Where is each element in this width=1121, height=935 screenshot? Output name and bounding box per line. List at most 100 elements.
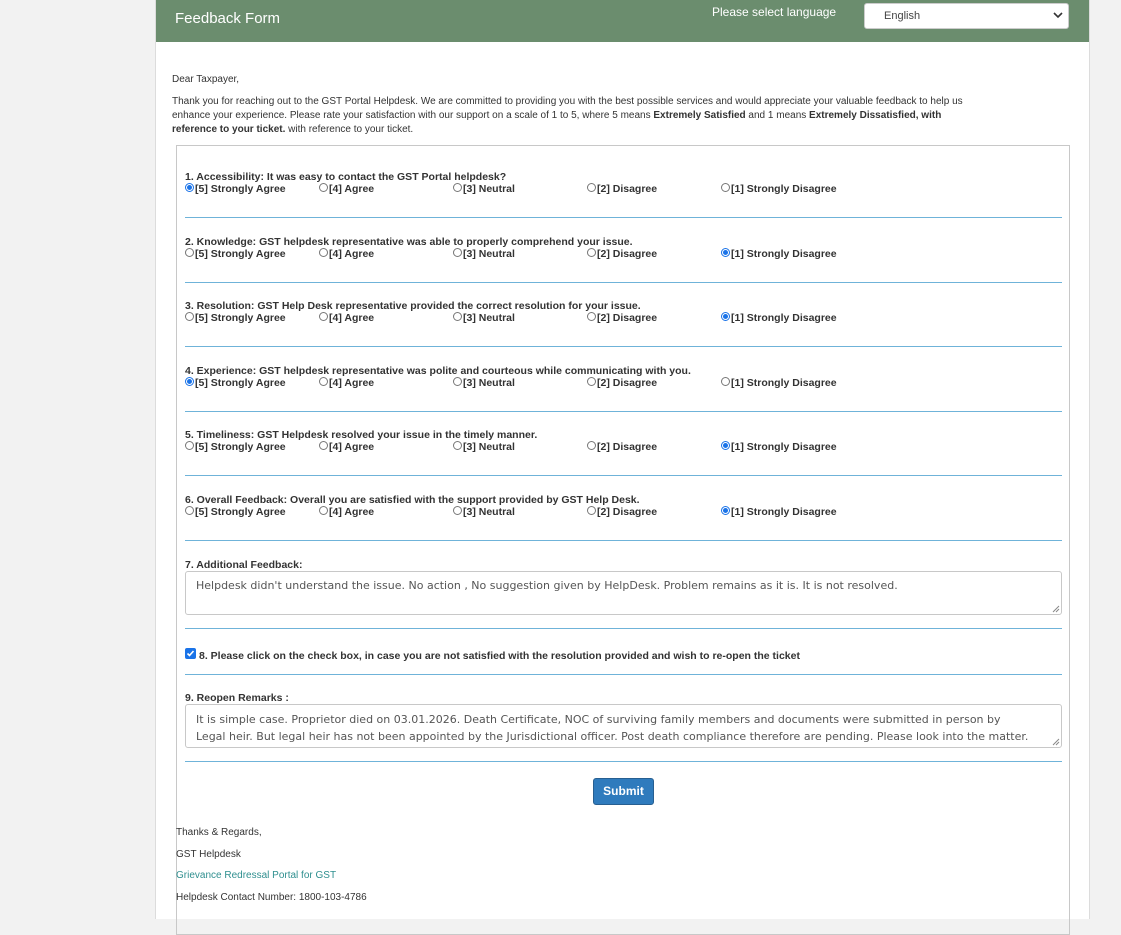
rating-option-label: [4] Agree	[329, 248, 375, 260]
rating-option-label: [5] Strongly Agree	[195, 441, 286, 453]
question-title: 5. Timeliness: GST Helpdesk resolved you…	[185, 429, 538, 441]
rating-option[interactable]: [3] Neutral	[453, 311, 515, 324]
radio-button[interactable]	[185, 440, 194, 450]
radio-button[interactable]	[453, 505, 462, 515]
rating-option[interactable]: [2] Disagree	[587, 440, 657, 453]
rating-option-label: [2] Disagree	[597, 312, 658, 324]
chevron-down-icon	[1053, 12, 1063, 19]
separator-9	[185, 761, 1062, 762]
rating-option[interactable]: [5] Strongly Agree	[185, 182, 286, 195]
rating-option-label: [4] Agree	[329, 377, 375, 389]
radio-button[interactable]	[721, 440, 730, 450]
rating-option[interactable]: [2] Disagree	[587, 311, 658, 324]
rating-option-label: [1] Strongly Disagree	[731, 248, 837, 260]
rating-option[interactable]: [4] Agree	[319, 182, 374, 195]
rating-options: [5] Strongly Agree [4] Agree [3] Neutral [2…	[185, 182, 1062, 199]
rating-option[interactable]: [1] Strongly Disagree	[721, 440, 837, 453]
reopen-remarks-textarea[interactable]: It is simple case. Proprietor died on 03…	[185, 704, 1062, 748]
radio-button[interactable]	[587, 247, 596, 257]
rating-option[interactable]: [1] Strongly Disagree	[721, 505, 837, 518]
rating-option[interactable]: [3] Neutral	[453, 440, 515, 453]
rating-option-label: [5] Strongly Agree	[195, 183, 286, 195]
language-select[interactable]: English	[864, 3, 1069, 29]
rating-option[interactable]: [4] Agree	[319, 311, 374, 324]
reopen-checkbox[interactable]	[185, 648, 196, 659]
greeting: Dear Taxpayer,	[172, 74, 240, 85]
reopen-remarks-line-2: Legal heir. But legal heir has not been …	[196, 730, 1029, 743]
radio-button[interactable]	[319, 247, 328, 257]
rating-option-label: [3] Neutral	[463, 248, 515, 260]
radio-button[interactable]	[453, 376, 462, 386]
rating-option[interactable]: [4] Agree	[319, 376, 375, 389]
rating-option[interactable]: [1] Strongly Disagree	[721, 311, 837, 324]
radio-button[interactable]	[587, 182, 596, 192]
resize-grip-icon[interactable]	[1052, 738, 1060, 746]
rating-option-label: [3] Neutral	[463, 377, 515, 389]
rating-options: [5] Strongly Agree [4] Agree [3] Neutral [2…	[185, 247, 1062, 264]
rating-option-label: [3] Neutral	[463, 506, 515, 518]
rating-option[interactable]: [4] Agree	[319, 505, 374, 518]
radio-button[interactable]	[185, 247, 194, 257]
additional-feedback-textarea[interactable]: Helpdesk didn't understand the issue. No…	[185, 571, 1062, 615]
radio-button[interactable]	[319, 376, 328, 386]
intro-line-2-mid: and 1 means	[745, 110, 810, 121]
radio-button[interactable]	[587, 505, 596, 515]
rating-option[interactable]: [2] Disagree	[587, 182, 657, 195]
intro-line-3: reference to your ticket. with reference…	[172, 123, 1042, 137]
radio-button[interactable]	[453, 247, 462, 257]
separator-6	[185, 540, 1062, 541]
radio-button[interactable]	[721, 376, 730, 386]
rating-options: [5] Strongly Agree [4] Agree [3] Neutral [2…	[185, 311, 1062, 328]
radio-button[interactable]	[721, 247, 730, 257]
rating-option[interactable]: [3] Neutral	[453, 247, 515, 260]
radio-button[interactable]	[453, 311, 462, 321]
radio-button[interactable]	[721, 182, 730, 192]
rating-option[interactable]: [3] Neutral	[453, 505, 515, 518]
separator-1	[185, 217, 1062, 218]
checkmark-icon	[186, 650, 195, 657]
radio-button[interactable]	[319, 311, 328, 321]
intro-line-1: Thank you for reaching out to the GST Po…	[172, 96, 963, 107]
resize-grip-icon[interactable]	[1052, 605, 1060, 613]
rating-option[interactable]: [1] Strongly Disagree	[721, 247, 837, 260]
rating-option[interactable]: [5] Strongly Agree	[185, 311, 286, 324]
rating-option[interactable]: [3] Neutral	[453, 182, 515, 195]
submit-button[interactable]: Submit	[593, 778, 654, 805]
radio-button[interactable]	[587, 311, 596, 321]
rating-option-label: [3] Neutral	[463, 312, 515, 324]
rating-option[interactable]: [1] Strongly Disagree	[721, 376, 837, 389]
radio-button[interactable]	[319, 505, 328, 515]
radio-button[interactable]	[587, 376, 596, 386]
rating-option-label: [1] Strongly Disagree	[731, 183, 837, 195]
radio-button[interactable]	[721, 505, 730, 515]
grievance-portal-link[interactable]: Grievance Redressal Portal for GST	[176, 870, 336, 881]
rating-option[interactable]: [5] Strongly Agree	[185, 440, 286, 453]
additional-feedback-label: 7. Additional Feedback:	[185, 559, 303, 571]
separator-8	[185, 674, 1062, 675]
radio-button[interactable]	[721, 311, 730, 321]
rating-option[interactable]: [1] Strongly Disagree	[721, 182, 837, 195]
rating-option[interactable]: [4] Agree	[319, 440, 374, 453]
rating-option[interactable]: [5] Strongly Agree	[185, 505, 286, 518]
rating-option[interactable]: [3] Neutral	[453, 376, 515, 389]
rating-option[interactable]: [2] Disagree	[587, 247, 657, 260]
radio-button[interactable]	[185, 182, 194, 192]
radio-button[interactable]	[185, 505, 194, 515]
reopen-remarks-line-1: It is simple case. Proprietor died on 03…	[196, 713, 1001, 726]
rating-option[interactable]: [2] Disagree	[587, 505, 657, 518]
language-label: Please select language	[712, 5, 837, 19]
radio-button[interactable]	[453, 182, 462, 192]
radio-button[interactable]	[453, 440, 462, 450]
radio-button[interactable]	[319, 440, 328, 450]
intro-line-2: enhance your experience. Please rate you…	[172, 109, 1042, 123]
separator-2	[185, 282, 1062, 283]
rating-option[interactable]: [5] Strongly Agree	[185, 247, 286, 260]
rating-option-label: [1] Strongly Disagree	[731, 312, 837, 324]
rating-option[interactable]: [4] Agree	[319, 247, 375, 260]
rating-option[interactable]: [2] Disagree	[587, 376, 657, 389]
radio-button[interactable]	[319, 182, 328, 192]
rating-option[interactable]: [5] Strongly Agree	[185, 376, 286, 389]
radio-button[interactable]	[587, 440, 596, 450]
radio-button[interactable]	[185, 311, 194, 321]
radio-button[interactable]	[185, 376, 194, 386]
